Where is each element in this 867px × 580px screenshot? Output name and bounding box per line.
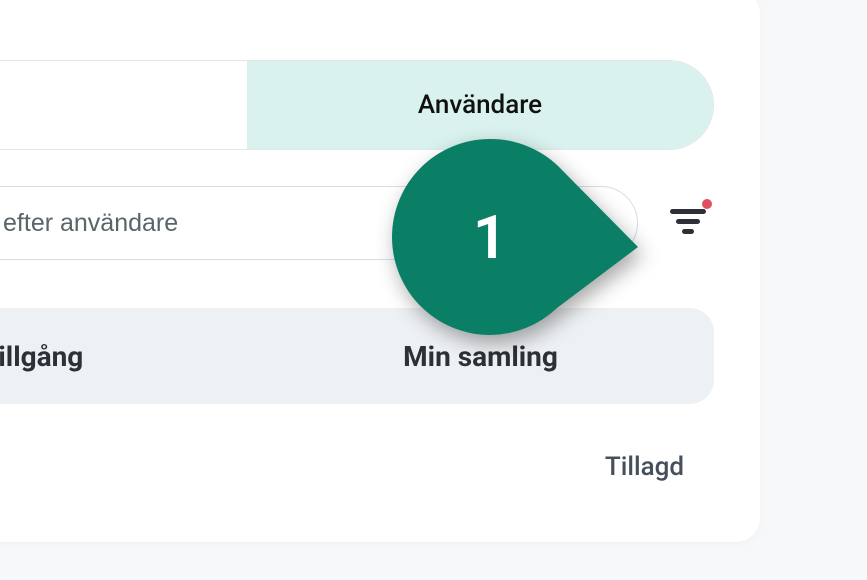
segment-my-collection-label: Min samling — [403, 340, 558, 373]
segment-access[interactable]: enstillgång — [0, 308, 247, 404]
segment-access-label: enstillgång — [0, 340, 83, 373]
segment-bar: enstillgång Min samling — [0, 308, 714, 404]
filter-icon — [670, 207, 706, 239]
tab-users-label: Användare — [418, 90, 542, 120]
search-row — [0, 186, 714, 260]
filter-active-dot-icon — [702, 199, 712, 209]
tab-bar: Användare — [0, 60, 714, 150]
tab-other-left[interactable] — [0, 61, 247, 149]
filter-button[interactable] — [662, 197, 714, 249]
search-field-wrap[interactable] — [0, 186, 638, 260]
segment-my-collection[interactable]: Min samling — [247, 308, 714, 404]
tab-users[interactable]: Användare — [247, 61, 713, 149]
search-input[interactable] — [0, 209, 609, 238]
column-header-row: Tillagd — [0, 452, 714, 482]
main-panel: Användare — [0, 0, 760, 542]
column-added-label: Tillagd — [605, 452, 684, 482]
